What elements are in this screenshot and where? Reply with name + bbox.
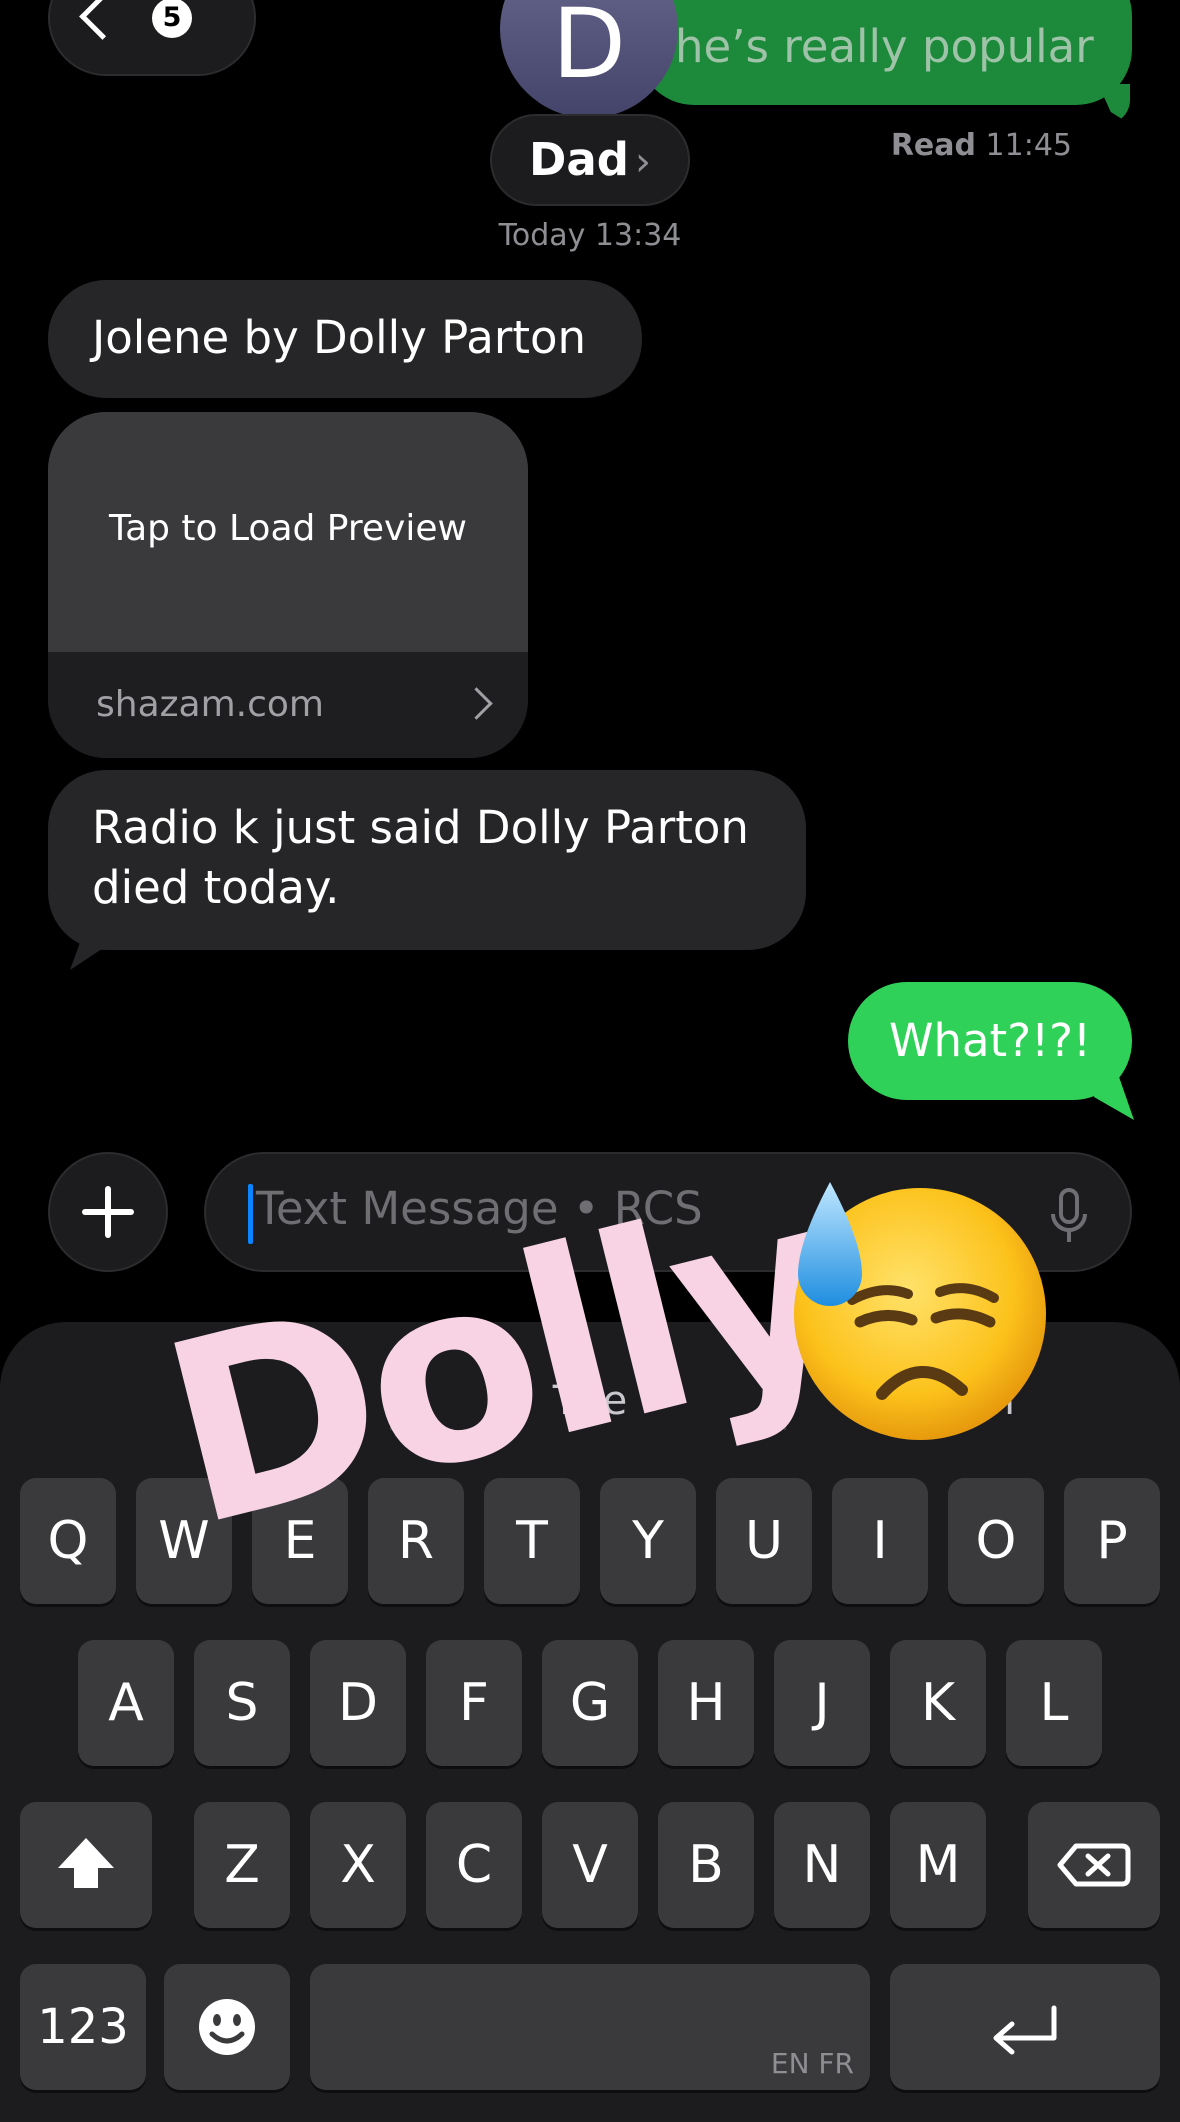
key-x[interactable]: X bbox=[310, 1802, 406, 1928]
read-receipt-label: Read bbox=[890, 128, 976, 163]
key-b[interactable]: B bbox=[658, 1802, 754, 1928]
key-o[interactable]: O bbox=[948, 1478, 1044, 1604]
conversation-timestamp: Today 13:34 bbox=[498, 218, 682, 253]
chevron-right-icon bbox=[460, 687, 493, 720]
link-preview-card[interactable]: Tap to Load Preview shazam.com bbox=[48, 412, 528, 758]
contact-avatar[interactable]: D bbox=[500, 0, 678, 118]
key-s[interactable]: S bbox=[194, 1640, 290, 1766]
previous-outgoing-bubble-tail bbox=[1098, 84, 1130, 124]
plus-icon-vertical bbox=[105, 1186, 111, 1238]
key-i[interactable]: I bbox=[832, 1478, 928, 1604]
message-text: What?!?! bbox=[888, 1014, 1092, 1067]
avatar-initial: D bbox=[552, 0, 626, 100]
key-n[interactable]: N bbox=[774, 1802, 870, 1928]
emoji-key[interactable] bbox=[164, 1964, 290, 2090]
incoming-message-bubble[interactable]: Radio k just said Dolly Parton died toda… bbox=[48, 770, 806, 950]
space-bar[interactable]: EN FR bbox=[310, 1964, 870, 2090]
emoji-icon bbox=[199, 1999, 255, 2055]
tap-to-load-preview: Tap to Load Preview bbox=[109, 508, 467, 549]
previous-outgoing-text: he’s really popular bbox=[675, 20, 1094, 73]
link-preview-area[interactable]: Tap to Load Preview bbox=[48, 412, 528, 652]
message-text: Jolene by Dolly Parton bbox=[92, 311, 587, 364]
key-c[interactable]: C bbox=[426, 1802, 522, 1928]
key-y[interactable]: Y bbox=[600, 1478, 696, 1604]
outgoing-message-bubble[interactable]: What?!?! bbox=[848, 982, 1132, 1100]
numbers-key[interactable]: 123 bbox=[20, 1964, 146, 2090]
shift-key[interactable] bbox=[20, 1802, 152, 1928]
key-g[interactable]: G bbox=[542, 1640, 638, 1766]
chevron-right-icon: › bbox=[634, 139, 651, 185]
key-j[interactable]: J bbox=[774, 1640, 870, 1766]
microphone-icon[interactable] bbox=[1050, 1188, 1088, 1244]
message-text: Radio k just said Dolly Parton died toda… bbox=[92, 801, 749, 914]
language-label: EN FR bbox=[770, 2047, 854, 2080]
shift-icon bbox=[58, 1838, 114, 1888]
link-footer[interactable]: shazam.com bbox=[48, 652, 528, 758]
key-l[interactable]: L bbox=[1006, 1640, 1102, 1766]
key-p[interactable]: P bbox=[1064, 1478, 1160, 1604]
delete-icon bbox=[1057, 1843, 1131, 1887]
key-u[interactable]: U bbox=[716, 1478, 812, 1604]
key-f[interactable]: F bbox=[426, 1640, 522, 1766]
key-k[interactable]: K bbox=[890, 1640, 986, 1766]
key-z[interactable]: Z bbox=[194, 1802, 290, 1928]
contact-name: Dad bbox=[529, 133, 629, 186]
downcast-face-with-sweat-emoji bbox=[794, 1182, 1046, 1440]
text-caret bbox=[248, 1184, 253, 1244]
key-h[interactable]: H bbox=[658, 1640, 754, 1766]
read-receipt: Read 11:45 bbox=[891, 128, 1072, 163]
delete-key[interactable] bbox=[1028, 1802, 1160, 1928]
key-v[interactable]: V bbox=[542, 1802, 638, 1928]
key-q[interactable]: Q bbox=[20, 1478, 116, 1604]
return-key[interactable] bbox=[890, 1964, 1160, 2090]
key-d[interactable]: D bbox=[310, 1640, 406, 1766]
return-icon bbox=[993, 2005, 1057, 2055]
key-a[interactable]: A bbox=[78, 1640, 174, 1766]
incoming-message-bubble[interactable]: Jolene by Dolly Parton bbox=[48, 280, 642, 398]
key-m[interactable]: M bbox=[890, 1802, 986, 1928]
read-receipt-time: 11:45 bbox=[985, 128, 1072, 163]
contact-name-button[interactable]: Dad › bbox=[490, 114, 690, 206]
link-domain: shazam.com bbox=[96, 684, 324, 725]
